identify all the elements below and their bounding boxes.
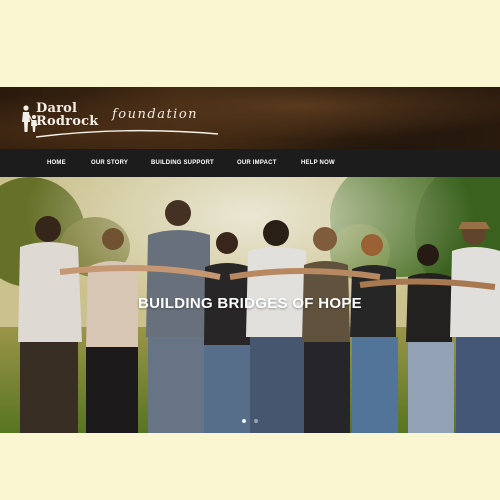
site-header: Darol Rodrock foundation bbox=[0, 87, 500, 149]
slider-dots bbox=[0, 410, 500, 423]
page: { "logo": { "name_line1": "Darol", "name… bbox=[0, 0, 500, 500]
logo-tagline: foundation bbox=[112, 107, 199, 122]
logo-swoosh-icon bbox=[36, 129, 218, 138]
foundation-logo[interactable]: Darol Rodrock foundation bbox=[20, 100, 218, 140]
nav-item-our-impact[interactable]: OUR IMPACT bbox=[237, 149, 277, 177]
logo-name-line2: Rodrock bbox=[36, 114, 99, 129]
hero-slider: BUILDING BRIDGES OF HOPE bbox=[0, 177, 500, 433]
nav-item-building-support[interactable]: BUILDING SUPPORT bbox=[151, 149, 214, 177]
nav-item-help-now[interactable]: HELP NOW bbox=[301, 149, 335, 177]
hero-title: BUILDING BRIDGES OF HOPE bbox=[138, 295, 362, 312]
main-nav: HOME OUR STORY BUILDING SUPPORT OUR IMPA… bbox=[0, 149, 500, 177]
website-frame: Darol Rodrock foundation HOME OUR STORY … bbox=[0, 87, 500, 433]
slider-dot-1[interactable] bbox=[241, 419, 246, 423]
nav-item-home[interactable]: HOME bbox=[47, 149, 66, 177]
logo-wordmark: Darol Rodrock bbox=[36, 102, 98, 128]
nav-item-our-story[interactable]: OUR STORY bbox=[91, 149, 128, 177]
